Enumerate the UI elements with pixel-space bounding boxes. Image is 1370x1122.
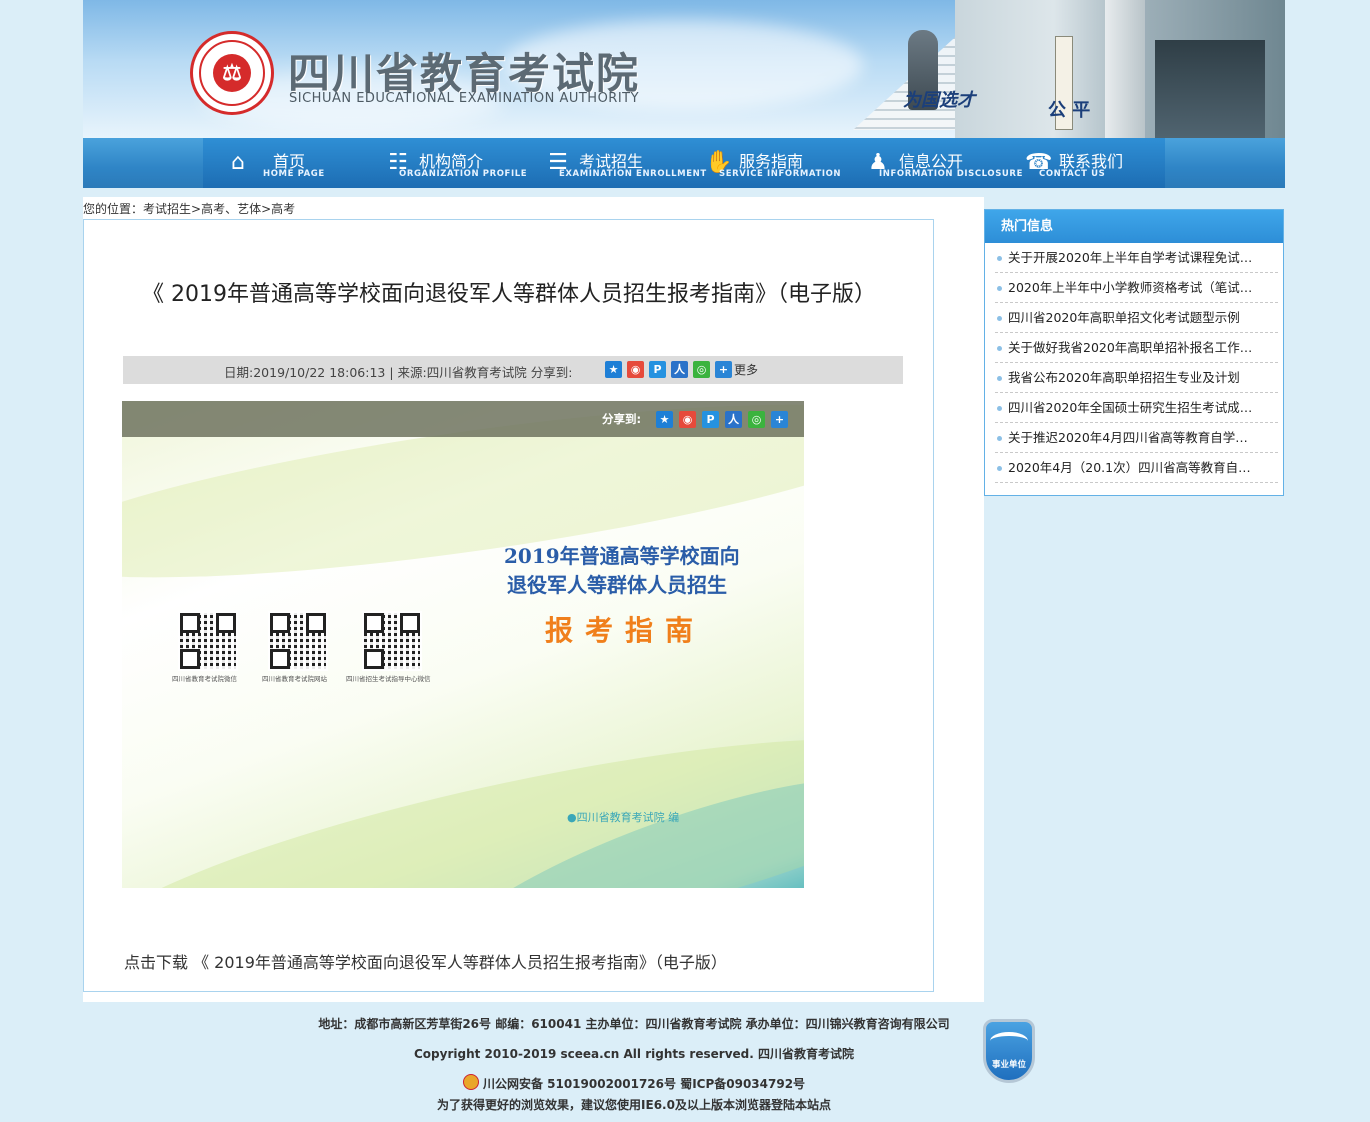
badge-wave-icon [990,1032,1028,1050]
guide-cover-image: 分享到: ★ ◉ P 人 ◎ + 2019年普通高等学校面向 退役军人等群体人员… [122,401,804,888]
hot-info-item[interactable]: 关于做好我省2020年高职单招补报名工作… [995,333,1278,363]
cover-editor: ●四川省教育考试院 编 [567,811,680,824]
home-icon: ⌂ [231,150,245,175]
institution-badge[interactable]: 事业单位 [983,1019,1035,1083]
wechat-share-icon[interactable]: ◎ [748,411,765,428]
badge-text: 事业单位 [991,1060,1026,1070]
breadcrumb-prefix: 您的位置： [83,202,144,216]
nav-label-en: HOME PAGE [263,169,325,179]
wechat-share-icon[interactable]: ◎ [693,361,710,378]
breadcrumb-separator: > [261,202,272,216]
banner-slogan-2: 公 平 [1048,100,1091,121]
hot-info-panel: 热门信息 关于开展2020年上半年自学考试课程免试… 2020年上半年中小学教师资… [984,209,1284,496]
download-link[interactable]: 点击下载 《 2019年普通高等学校面向退役军人等群体人员招生报考指南》（电子版… [124,949,727,973]
nav-item-3[interactable]: ✋ 服务指南 SERVICE INFORMATION [683,138,843,188]
cover-heading-line1: 2019年普通高等学校面向 [504,544,740,568]
share-icons: ★ ◉ P 人 ◎ + 更多 [605,361,758,378]
site-name-en: SICHUAN EDUCATIONAL EXAMINATION AUTHORIT… [289,91,640,106]
renren-share-icon[interactable]: 人 [725,411,742,428]
hot-info-list: 关于开展2020年上半年自学考试课程免试… 2020年上半年中小学教师资格考试（笔… [985,243,1283,483]
breadcrumb-item-gaokao-art[interactable]: 高考、艺体 [201,202,261,216]
hot-info-item[interactable]: 关于推迟2020年4月四川省高等教育自学… [995,423,1278,453]
footer-record-text: 川公网安备 51019002001726号 蜀ICP备09034792号 [482,1077,806,1091]
article-meta: 日期:2019/10/22 18:06:13 | 来源:四川省教育考试院 分享到… [224,365,573,380]
site-logo[interactable]: ⚖ [190,31,274,115]
qr-code [362,611,422,671]
nav-item-5[interactable]: ☎ 联系我们 CONTACT US [1003,138,1163,188]
footer-address: 地址：成都市高新区芳草街26号 邮编：610041 主办单位：四川省教育考试院 … [318,1017,950,1031]
building-door [1155,40,1265,138]
cover-share-bar: 分享到: ★ ◉ P 人 ◎ + [122,401,804,437]
nav-items: ⌂ 首页 HOME PAGE ☷ 机构简介 ORGANIZATION PROFILE ☰ 考试… [203,138,1165,188]
tencent-weibo-share-icon[interactable]: P [649,361,666,378]
header-banner: 为国选才 公 平 ⚖ 四川省教育考试院 SICHUAN EDUCATIONAL … [83,0,1285,138]
hot-info-item[interactable]: 四川省2020年全国硕士研究生招生考试成… [995,393,1278,423]
hot-info-item[interactable]: 关于开展2020年上半年自学考试课程免试… [995,243,1278,273]
banner-slogan: 为国选才 [903,90,975,111]
weibo-share-icon[interactable]: ◉ [679,411,696,428]
breadcrumb-separator: > [191,202,202,216]
renren-share-icon[interactable]: 人 [671,361,688,378]
nav-item-4[interactable]: ♟ 信息公开 INFORMATION DISCLOSURE [843,138,1022,188]
cover-heading-big: 报考指南 [545,614,706,647]
qr-label: 四川省教育考试院网站 [262,675,327,683]
tencent-weibo-share-icon[interactable]: P [702,411,719,428]
nav-label-en: INFORMATION DISCLOSURE [879,169,1023,179]
nav-label-en: ORGANIZATION PROFILE [399,169,528,179]
nav-label-en: SERVICE INFORMATION [719,169,842,179]
cover-heading: 2019年普通高等学校面向 退役军人等群体人员招生 [504,542,740,600]
nav-label-en: CONTACT US [1039,169,1106,179]
nav-item-1[interactable]: ☷ 机构简介 ORGANIZATION PROFILE [363,138,526,188]
qzone-share-icon[interactable]: ★ [656,411,673,428]
banner-building-image [955,0,1285,138]
hot-info-title: 热门信息 [985,210,1283,243]
footer-browser-tip: 为了获得更好的浏览效果，建议您使用IE6.0及以上版本浏览器登陆本站点 [437,1098,831,1112]
footer-record[interactable]: 川公网安备 51019002001726号 蜀ICP备09034792号 [33,1074,1235,1092]
cover-heading-line2: 退役军人等群体人员招生 [507,573,727,597]
cover-share-icons: ★ ◉ P 人 ◎ + [656,411,788,428]
hot-info-item[interactable]: 2020年4月（20.1次）四川省高等教育自… [995,453,1278,483]
article-box: 《 2019年普通高等学校面向退役军人等群体人员招生报考指南》（电子版） 日期:… [83,219,934,992]
share-more-link[interactable]: 更多 [734,361,758,378]
qr-code [178,611,238,671]
main-navigation: ⌂ 首页 HOME PAGE ☷ 机构简介 ORGANIZATION PROFILE ☰ 考试… [83,138,1285,188]
hot-info-item[interactable]: 2020年上半年中小学教师资格考试（笔试… [995,273,1278,303]
more-share-icon[interactable]: + [715,361,732,378]
breadcrumb: 您的位置：考试招生>高考、艺体>高考 [83,200,295,217]
weibo-share-icon[interactable]: ◉ [627,361,644,378]
logo-emblem-icon: ⚖ [213,54,251,92]
qzone-share-icon[interactable]: ★ [605,361,622,378]
cover-share-label: 分享到: [602,412,642,426]
breadcrumb-item-gaokao[interactable]: 高考 [271,202,295,216]
article-meta-bar: 日期:2019/10/22 18:06:13 | 来源:四川省教育考试院 分享到… [123,356,903,384]
police-badge-icon [462,1074,479,1090]
qr-label: 四川省招生考试指导中心微信 [346,675,431,683]
breadcrumb-item-exam-enrollment[interactable]: 考试招生 [143,202,191,216]
hot-info-item[interactable]: 我省公布2020年高职单招招生专业及计划 [995,363,1278,393]
more-share-icon[interactable]: + [771,411,788,428]
nav-item-2[interactable]: ☰ 考试招生 EXAMINATION ENROLLMENT [523,138,706,188]
main-content: 《 2019年普通高等学校面向退役军人等群体人员招生报考指南》（电子版） 日期:… [83,197,984,1002]
nav-item-0[interactable]: ⌂ 首页 HOME PAGE [203,138,363,188]
footer-copyright: Copyright 2010-2019 sceea.cn All rights … [414,1047,854,1061]
building-pillar [1105,0,1145,138]
qr-code [268,611,328,671]
qr-label: 四川省教育考试院微信 [172,675,237,683]
article-title: 《 2019年普通高等学校面向退役军人等群体人员招生报考指南》（电子版） [142,282,876,307]
hot-info-item[interactable]: 四川省2020年高职单招文化考试题型示例 [995,303,1278,333]
